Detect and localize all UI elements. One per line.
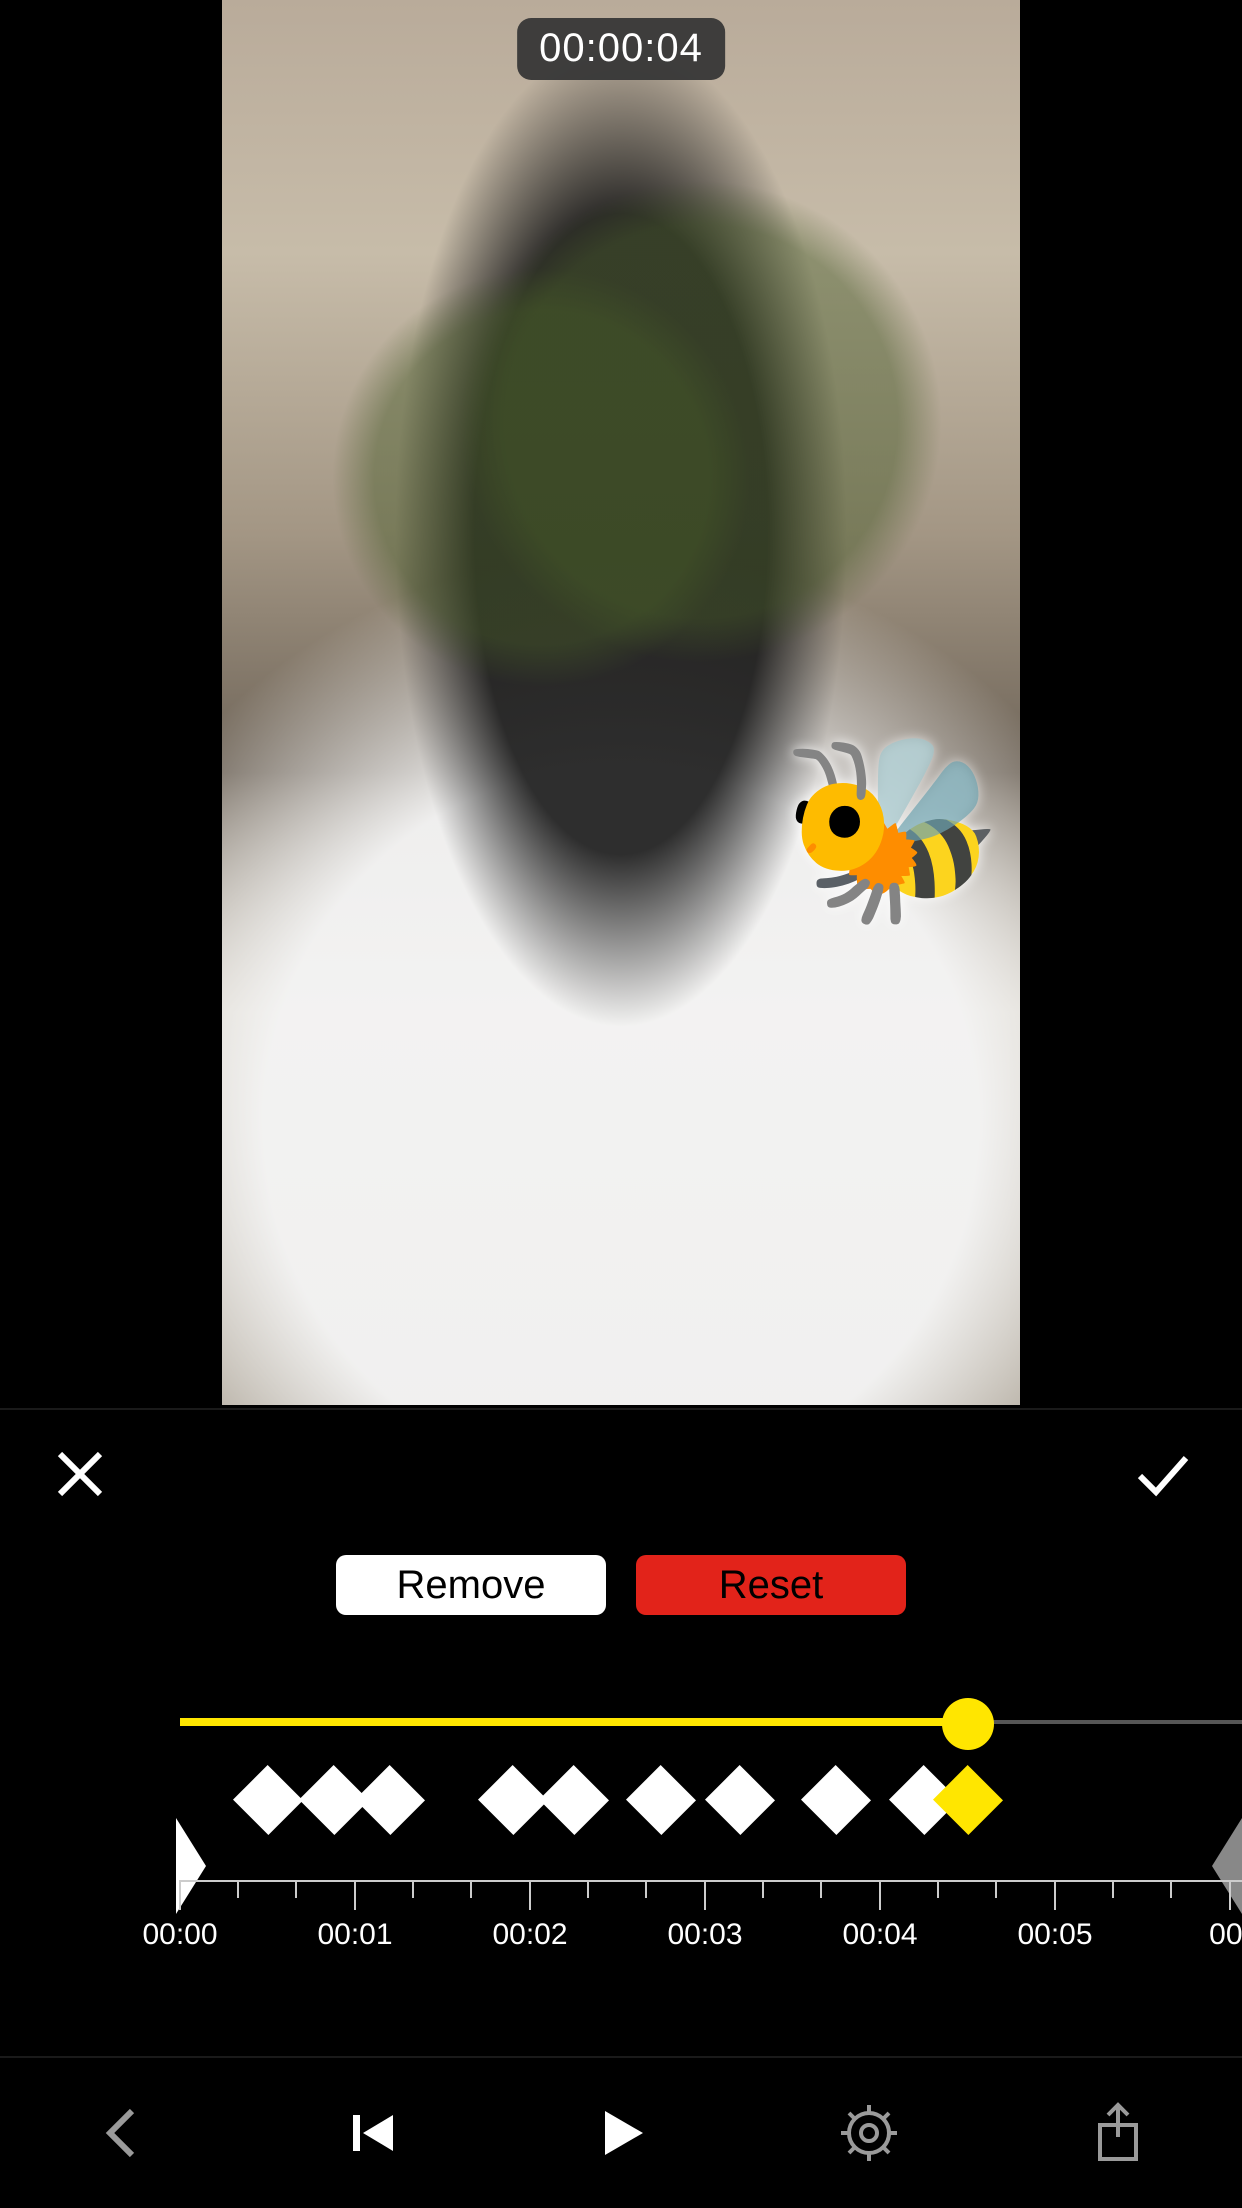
playhead-handle[interactable] bbox=[942, 1698, 994, 1750]
remove-keyframe-button[interactable]: Remove bbox=[336, 1555, 606, 1615]
keyframe-marker[interactable] bbox=[233, 1765, 303, 1835]
go-to-start-button[interactable] bbox=[248, 2058, 496, 2208]
scrubber-fill bbox=[180, 1718, 968, 1726]
timeline: 00:00 00:01 00:02 00:03 00:04 00:05 00: bbox=[0, 1690, 1242, 2010]
ruler-tick-major bbox=[1054, 1880, 1056, 1910]
ruler-tick-minor bbox=[237, 1880, 239, 1898]
ruler-tick-minor bbox=[412, 1880, 414, 1898]
ruler-label: 00:03 bbox=[667, 1918, 742, 1952]
ruler-tick-major bbox=[529, 1880, 531, 1910]
ruler-tick-major bbox=[704, 1880, 706, 1910]
reset-keyframes-button[interactable]: Reset bbox=[636, 1555, 906, 1615]
ruler-tick-minor bbox=[587, 1880, 589, 1898]
back-button[interactable] bbox=[0, 2058, 248, 2208]
share-button[interactable] bbox=[994, 2058, 1242, 2208]
ruler-tick-major bbox=[1229, 1880, 1231, 1910]
timecode-badge: 00:00:04 bbox=[517, 18, 725, 80]
panel-header bbox=[0, 1410, 1242, 1525]
ruler-tick-major bbox=[179, 1880, 181, 1910]
ruler-tick-major bbox=[354, 1880, 356, 1910]
ruler-tick-minor bbox=[470, 1880, 472, 1898]
chevron-left-icon bbox=[92, 2101, 156, 2165]
keyframe-marker[interactable] bbox=[705, 1765, 775, 1835]
checkmark-icon bbox=[1132, 1444, 1192, 1504]
confirm-button[interactable] bbox=[1122, 1434, 1202, 1514]
keyframe-action-row: Remove Reset bbox=[0, 1555, 1242, 1615]
close-button[interactable] bbox=[40, 1434, 120, 1514]
ruler-tick-minor bbox=[937, 1880, 939, 1898]
bee-sticker[interactable]: 🐝 bbox=[780, 740, 1004, 920]
bottom-toolbar bbox=[0, 2056, 1242, 2208]
time-ruler: 00:00 00:01 00:02 00:03 00:04 00:05 00: bbox=[0, 1880, 1242, 1970]
gear-icon bbox=[837, 2101, 901, 2165]
ruler-tick-minor bbox=[762, 1880, 764, 1898]
share-icon bbox=[1086, 2101, 1150, 2165]
ruler-tick-minor bbox=[1112, 1880, 1114, 1898]
keyframe-marker[interactable] bbox=[478, 1765, 548, 1835]
keyframe-marker[interactable] bbox=[801, 1765, 871, 1835]
keyframe-marker[interactable] bbox=[626, 1765, 696, 1835]
keyframe-marker[interactable] bbox=[539, 1765, 609, 1835]
ruler-label: 00:02 bbox=[492, 1918, 567, 1952]
ruler-tick-minor bbox=[995, 1880, 997, 1898]
ruler-tick-minor bbox=[820, 1880, 822, 1898]
ruler-tick-major bbox=[879, 1880, 881, 1910]
keyframe-row bbox=[0, 1760, 1242, 1840]
video-frame-placeholder bbox=[222, 0, 1020, 1405]
ruler-label: 00:01 bbox=[317, 1918, 392, 1952]
play-button[interactable] bbox=[497, 2058, 745, 2208]
ruler-label: 00:00 bbox=[142, 1918, 217, 1952]
ruler-label: 00: bbox=[1209, 1918, 1242, 1952]
keyframe-marker[interactable] bbox=[933, 1765, 1003, 1835]
ruler-label: 00:05 bbox=[1017, 1918, 1092, 1952]
ruler-baseline bbox=[180, 1880, 1242, 1882]
keyframe-editor-panel: Remove Reset 00:0000:0100:0200:0300:0400… bbox=[0, 1408, 1242, 2208]
close-icon bbox=[50, 1444, 110, 1504]
ruler-tick-minor bbox=[645, 1880, 647, 1898]
play-icon bbox=[589, 2101, 653, 2165]
ruler-tick-minor bbox=[295, 1880, 297, 1898]
settings-button[interactable] bbox=[745, 2058, 993, 2208]
skip-to-start-icon bbox=[341, 2101, 405, 2165]
keyframe-marker[interactable] bbox=[355, 1765, 425, 1835]
ruler-tick-minor bbox=[1170, 1880, 1172, 1898]
video-preview[interactable]: 00:00:04 🐝 bbox=[0, 0, 1242, 1405]
ruler-label: 00:04 bbox=[842, 1918, 917, 1952]
